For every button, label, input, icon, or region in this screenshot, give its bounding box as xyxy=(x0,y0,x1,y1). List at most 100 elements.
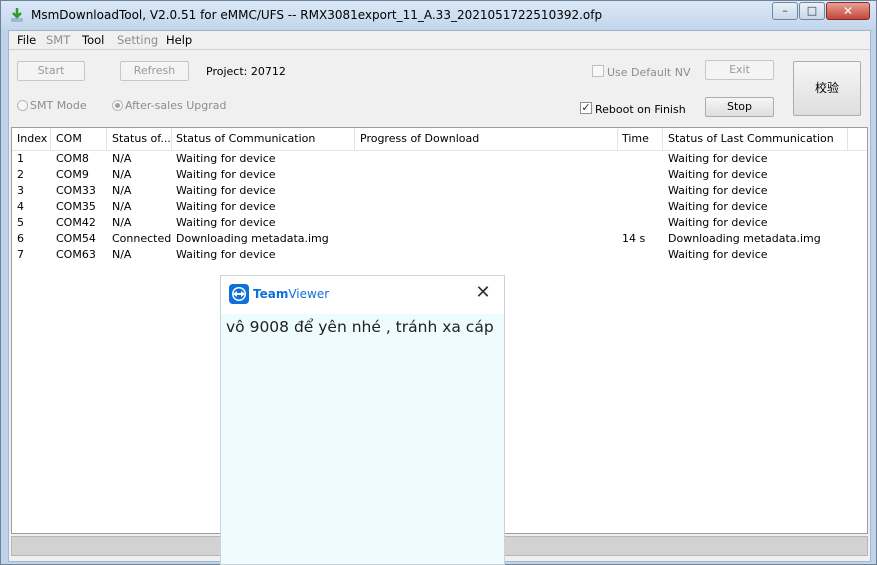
brand-rest-text: Viewer xyxy=(288,287,330,301)
cell-com: COM42 xyxy=(56,216,96,229)
reboot-on-finish-checkbox[interactable]: ✓ xyxy=(580,102,592,114)
minimize-button[interactable]: – xyxy=(772,2,798,20)
cell-com: COM54 xyxy=(56,232,96,245)
table-row[interactable]: 7 COM63 N/A Waiting for device Waiting for d… xyxy=(12,247,867,263)
cell-last: Waiting for device xyxy=(668,168,768,181)
exit-button[interactable]: Exit xyxy=(705,60,774,80)
cell-time xyxy=(617,151,663,167)
stop-button[interactable]: Stop xyxy=(705,97,774,117)
use-default-nv-label: Use Default NV xyxy=(607,66,691,79)
maximize-button[interactable]: □ xyxy=(799,2,825,20)
cell-com: COM63 xyxy=(56,248,96,261)
download-app-icon xyxy=(11,8,23,22)
cell-time xyxy=(617,199,663,215)
menu-file[interactable]: File xyxy=(17,33,36,47)
brand-bold-text: Team xyxy=(253,287,289,301)
close-icon: ✕ xyxy=(842,4,854,18)
table-row[interactable]: 1 COM8 N/A Waiting for device Waiting for de… xyxy=(12,151,867,167)
column-header-status[interactable]: Status of... xyxy=(107,128,172,150)
cell-com: COM33 xyxy=(56,184,96,197)
column-header-last-communication[interactable]: Status of Last Communication xyxy=(663,128,848,150)
column-header-com[interactable]: COM xyxy=(51,128,107,150)
smt-mode-label: SMT Mode xyxy=(30,99,87,112)
cell-time xyxy=(617,215,663,231)
cell-time: 14 s xyxy=(622,232,646,245)
cell-progress xyxy=(355,183,618,199)
toolbar: Start Refresh Project: 20712 Use Default… xyxy=(9,49,870,128)
cell-time xyxy=(617,183,663,199)
project-label: Project: 20712 xyxy=(206,65,286,78)
cell-index: 1 xyxy=(17,152,24,165)
table-row[interactable]: 3 COM33 N/A Waiting for device Waiting for d… xyxy=(12,183,867,199)
cell-index: 6 xyxy=(17,232,24,245)
cell-index: 7 xyxy=(17,248,24,261)
teamviewer-popup-header: TeamViewer ✕ xyxy=(221,276,504,314)
verify-button[interactable]: 校验 xyxy=(793,61,861,116)
cell-progress xyxy=(355,231,618,247)
after-sales-radio[interactable] xyxy=(112,100,123,111)
cell-progress xyxy=(355,247,618,263)
smt-mode-radio[interactable] xyxy=(17,100,28,111)
cell-progress xyxy=(355,199,618,215)
cell-index: 5 xyxy=(17,216,24,229)
cell-index: 4 xyxy=(17,200,24,213)
cell-com: COM8 xyxy=(56,152,89,165)
after-sales-label: After-sales Upgrad xyxy=(125,99,227,112)
cell-status: N/A xyxy=(112,216,132,229)
table-row[interactable]: 6 COM54 Connected Downloading metadata.img 1… xyxy=(12,231,867,247)
column-header-communication[interactable]: Status of Communication xyxy=(171,128,355,150)
cell-progress xyxy=(355,151,618,167)
maximize-icon: □ xyxy=(806,4,818,17)
cell-comm: Waiting for device xyxy=(176,168,276,181)
refresh-button[interactable]: Refresh xyxy=(120,61,189,81)
column-header-progress[interactable]: Progress of Download xyxy=(355,128,618,150)
reboot-on-finish-label: Reboot on Finish xyxy=(595,103,686,116)
cell-status: N/A xyxy=(112,184,132,197)
menu-bar: File SMT Tool Setting Help xyxy=(9,31,870,49)
cell-last: Waiting for device xyxy=(668,216,768,229)
menu-smt[interactable]: SMT xyxy=(46,33,70,47)
popup-close-icon[interactable]: ✕ xyxy=(474,284,492,302)
cell-time xyxy=(617,167,663,183)
table-row[interactable]: 2 COM9 N/A Waiting for device Waiting for de… xyxy=(12,167,867,183)
cell-status: N/A xyxy=(112,248,132,261)
minimize-icon: – xyxy=(782,4,788,17)
menu-help[interactable]: Help xyxy=(166,33,192,47)
teamviewer-brand: TeamViewer xyxy=(253,287,329,301)
menu-tool[interactable]: Tool xyxy=(82,33,104,47)
radio-selected-dot xyxy=(115,103,120,108)
use-default-nv-checkbox[interactable] xyxy=(592,65,604,77)
cell-last: Waiting for device xyxy=(668,200,768,213)
cell-status: N/A xyxy=(112,152,132,165)
close-button[interactable]: ✕ xyxy=(826,2,870,20)
chat-message: vô 9008 để yên nhé , tránh xa cáp xyxy=(226,318,494,336)
cell-last: Downloading metadata.img xyxy=(668,232,821,245)
cell-comm: Downloading metadata.img xyxy=(176,232,329,245)
table-row[interactable]: 4 COM35 N/A Waiting for device Waiting for d… xyxy=(12,199,867,215)
menu-setting[interactable]: Setting xyxy=(117,33,158,47)
cell-comm: Waiting for device xyxy=(176,248,276,261)
cell-status: Connected xyxy=(112,232,172,245)
cell-last: Waiting for device xyxy=(668,184,768,197)
cell-index: 3 xyxy=(17,184,24,197)
column-header-time[interactable]: Time xyxy=(617,128,663,150)
table-header: Index COM Status of... Status of Communi… xyxy=(12,128,867,151)
start-button[interactable]: Start xyxy=(17,61,85,81)
teamviewer-chat-popup: TeamViewer ✕ vô 9008 để yên nhé , tránh … xyxy=(220,275,505,565)
table-row[interactable]: 5 COM42 N/A Waiting for device Waiting for d… xyxy=(12,215,867,231)
column-header-index[interactable]: Index xyxy=(12,128,51,150)
window-title: MsmDownloadTool, V2.0.51 for eMMC/UFS --… xyxy=(31,8,603,22)
cell-last: Waiting for device xyxy=(668,248,768,261)
cell-comm: Waiting for device xyxy=(176,152,276,165)
cell-status: N/A xyxy=(112,200,132,213)
cell-status: N/A xyxy=(112,168,132,181)
cell-time xyxy=(617,247,663,263)
cell-index: 2 xyxy=(17,168,24,181)
teamviewer-logo-icon xyxy=(229,284,249,304)
cell-progress xyxy=(355,215,618,231)
cell-comm: Waiting for device xyxy=(176,216,276,229)
title-bar[interactable]: MsmDownloadTool, V2.0.51 for eMMC/UFS --… xyxy=(1,1,876,29)
cell-progress xyxy=(355,167,618,183)
cell-last: Waiting for device xyxy=(668,152,768,165)
cell-comm: Waiting for device xyxy=(176,184,276,197)
